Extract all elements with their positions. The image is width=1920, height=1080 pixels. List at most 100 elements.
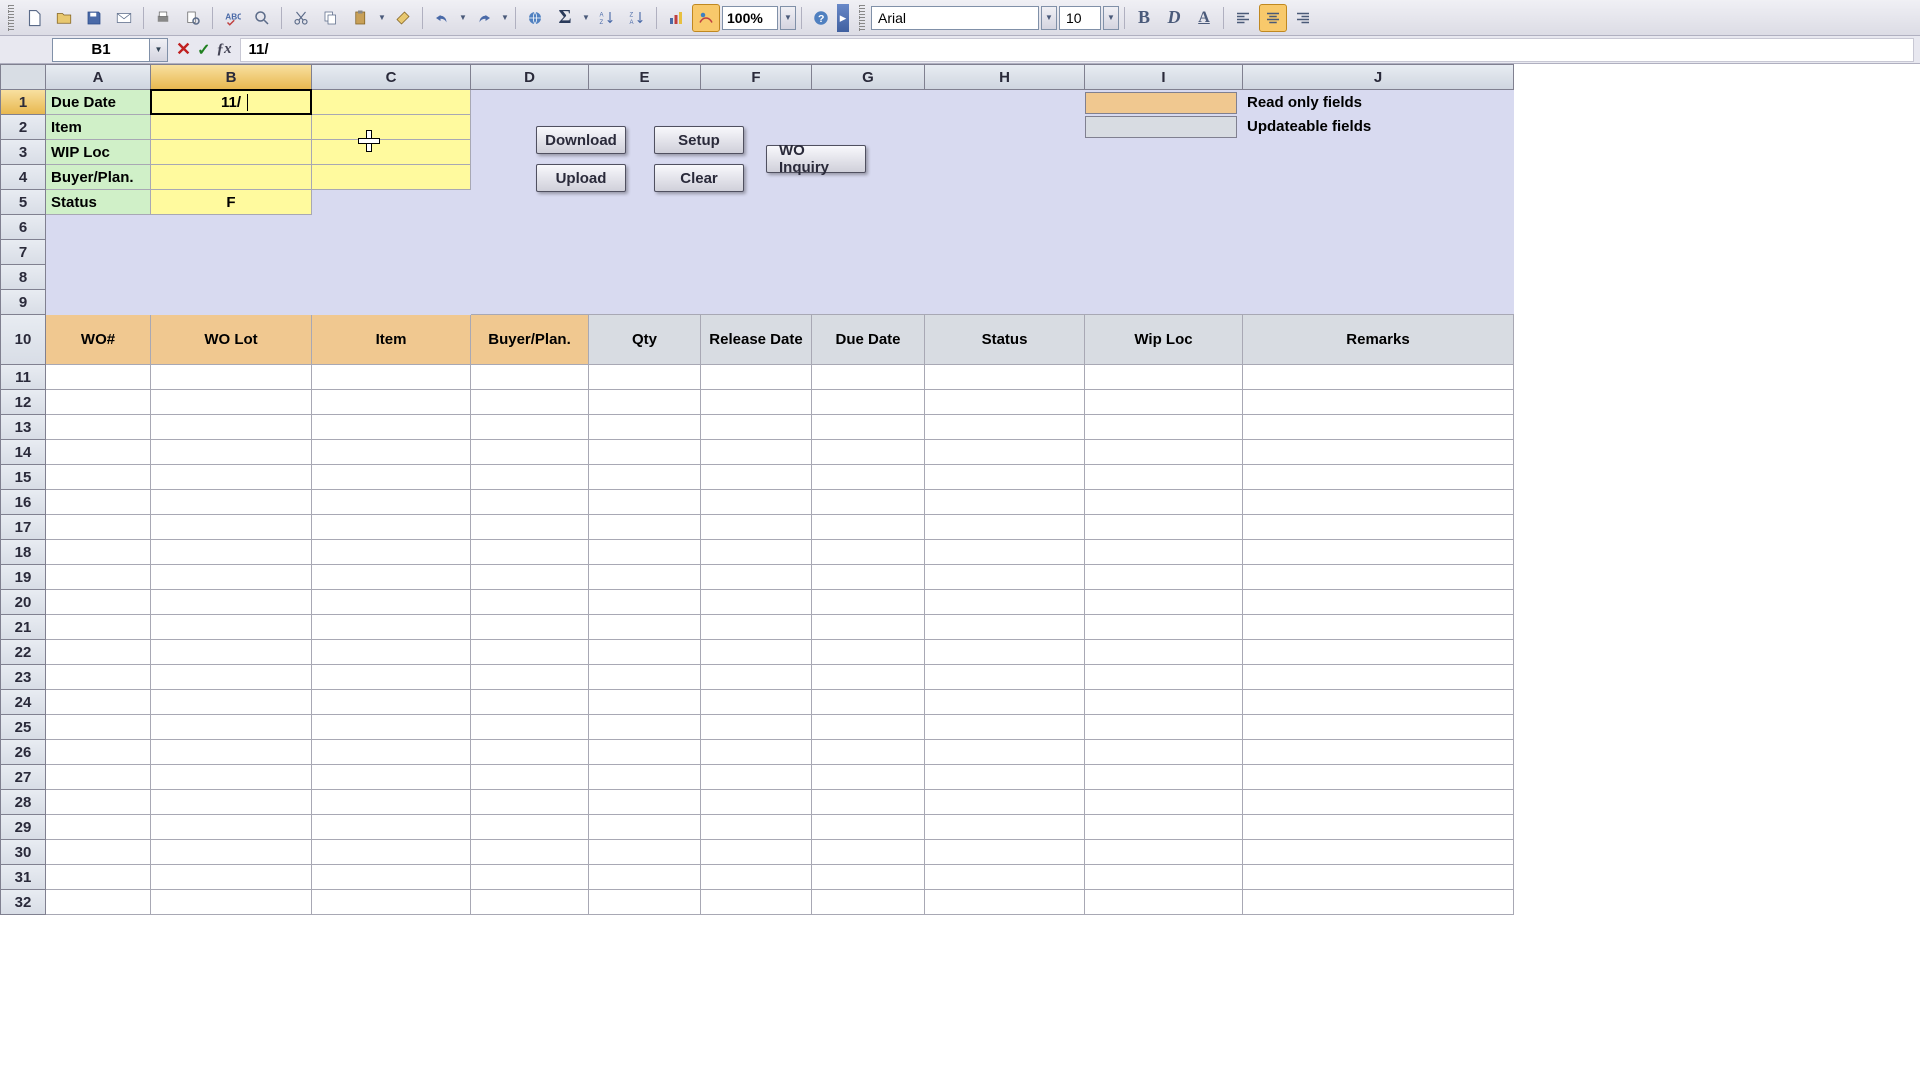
cell-I17[interactable] [1085,515,1243,540]
cell-I11[interactable] [1085,365,1243,390]
cell-B27[interactable] [151,765,312,790]
cell-D26[interactable] [471,740,589,765]
input-wip-from[interactable] [151,140,312,165]
drawing-icon[interactable] [692,4,720,32]
cell-D11[interactable] [471,365,589,390]
cell-H16[interactable] [925,490,1085,515]
cell-C21[interactable] [312,615,471,640]
cell-C13[interactable] [312,415,471,440]
col-header-C[interactable]: C [312,64,471,90]
cell-D27[interactable] [471,765,589,790]
cell-G18[interactable] [812,540,925,565]
th-qty[interactable]: Qty [589,315,701,365]
cell-J31[interactable] [1243,865,1514,890]
cell-F18[interactable] [701,540,812,565]
select-all-corner[interactable] [0,64,46,90]
cell-A32[interactable] [46,890,151,915]
cell-D31[interactable] [471,865,589,890]
cell-H20[interactable] [925,590,1085,615]
cell-F21[interactable] [701,615,812,640]
cell-G17[interactable] [812,515,925,540]
cell-A17[interactable] [46,515,151,540]
cell-J22[interactable] [1243,640,1514,665]
cell-F29[interactable] [701,815,812,840]
col-header-E[interactable]: E [589,64,701,90]
mail-icon[interactable] [110,4,138,32]
cell-C11[interactable] [312,365,471,390]
upload-button[interactable]: Upload [536,164,626,192]
cell-I26[interactable] [1085,740,1243,765]
th-remarks[interactable]: Remarks [1243,315,1514,365]
lavender-bg-r5[interactable] [471,190,1514,215]
cell-B9[interactable] [151,290,312,315]
cell-F24[interactable] [701,690,812,715]
cell-A14[interactable] [46,440,151,465]
cell-J16[interactable] [1243,490,1514,515]
cell-I31[interactable] [1085,865,1243,890]
cell-I13[interactable] [1085,415,1243,440]
cell-F13[interactable] [701,415,812,440]
undo-dropdown[interactable]: ▼ [458,13,468,22]
th-item[interactable]: Item [312,315,471,365]
cell-B26[interactable] [151,740,312,765]
cell-J12[interactable] [1243,390,1514,415]
cell-J25[interactable] [1243,715,1514,740]
cell-E12[interactable] [589,390,701,415]
cell-A30[interactable] [46,840,151,865]
row-header-9[interactable]: 9 [0,290,46,315]
row-header-11[interactable]: 11 [0,365,46,390]
cell-B6[interactable] [151,215,312,240]
row-header-19[interactable]: 19 [0,565,46,590]
cell-I19[interactable] [1085,565,1243,590]
cell-B14[interactable] [151,440,312,465]
cell-J19[interactable] [1243,565,1514,590]
cell-J20[interactable] [1243,590,1514,615]
cell-G19[interactable] [812,565,925,590]
col-header-I[interactable]: I [1085,64,1243,90]
cell-C22[interactable] [312,640,471,665]
input-buyer-from[interactable] [151,165,312,190]
toolbar-grip[interactable] [8,5,14,31]
underline-icon[interactable]: A [1190,4,1218,32]
row-header-12[interactable]: 12 [0,390,46,415]
cell-A27[interactable] [46,765,151,790]
col-header-J[interactable]: J [1243,64,1514,90]
col-header-G[interactable]: G [812,64,925,90]
cell-H22[interactable] [925,640,1085,665]
cell-A23[interactable] [46,665,151,690]
cell-C30[interactable] [312,840,471,865]
cell-I14[interactable] [1085,440,1243,465]
cell-F27[interactable] [701,765,812,790]
cell-H21[interactable] [925,615,1085,640]
cell-F11[interactable] [701,365,812,390]
cell-F20[interactable] [701,590,812,615]
cell-B19[interactable] [151,565,312,590]
formula-input[interactable]: 11/ [240,38,1915,62]
cell-B22[interactable] [151,640,312,665]
cell-J28[interactable] [1243,790,1514,815]
cell-D15[interactable] [471,465,589,490]
cell-D21[interactable] [471,615,589,640]
cell-J23[interactable] [1243,665,1514,690]
cell-I22[interactable] [1085,640,1243,665]
cell-D12[interactable] [471,390,589,415]
label-buyer-plan[interactable]: Buyer/Plan. [46,165,151,190]
cell-A9[interactable] [46,290,151,315]
cell-D17[interactable] [471,515,589,540]
cell-G21[interactable] [812,615,925,640]
cell-F30[interactable] [701,840,812,865]
cell-C5[interactable] [312,190,471,215]
cell-E14[interactable] [589,440,701,465]
cell-A12[interactable] [46,390,151,415]
cell-H26[interactable] [925,740,1085,765]
cell-A6[interactable] [46,215,151,240]
cell-G24[interactable] [812,690,925,715]
cut-icon[interactable] [287,4,315,32]
toolbar-overflow[interactable]: ▸ [837,4,849,32]
cell-A24[interactable] [46,690,151,715]
label-wip-loc[interactable]: WIP Loc [46,140,151,165]
cell-D23[interactable] [471,665,589,690]
th-status[interactable]: Status [925,315,1085,365]
paste-dropdown[interactable]: ▼ [377,13,387,22]
row-header-18[interactable]: 18 [0,540,46,565]
